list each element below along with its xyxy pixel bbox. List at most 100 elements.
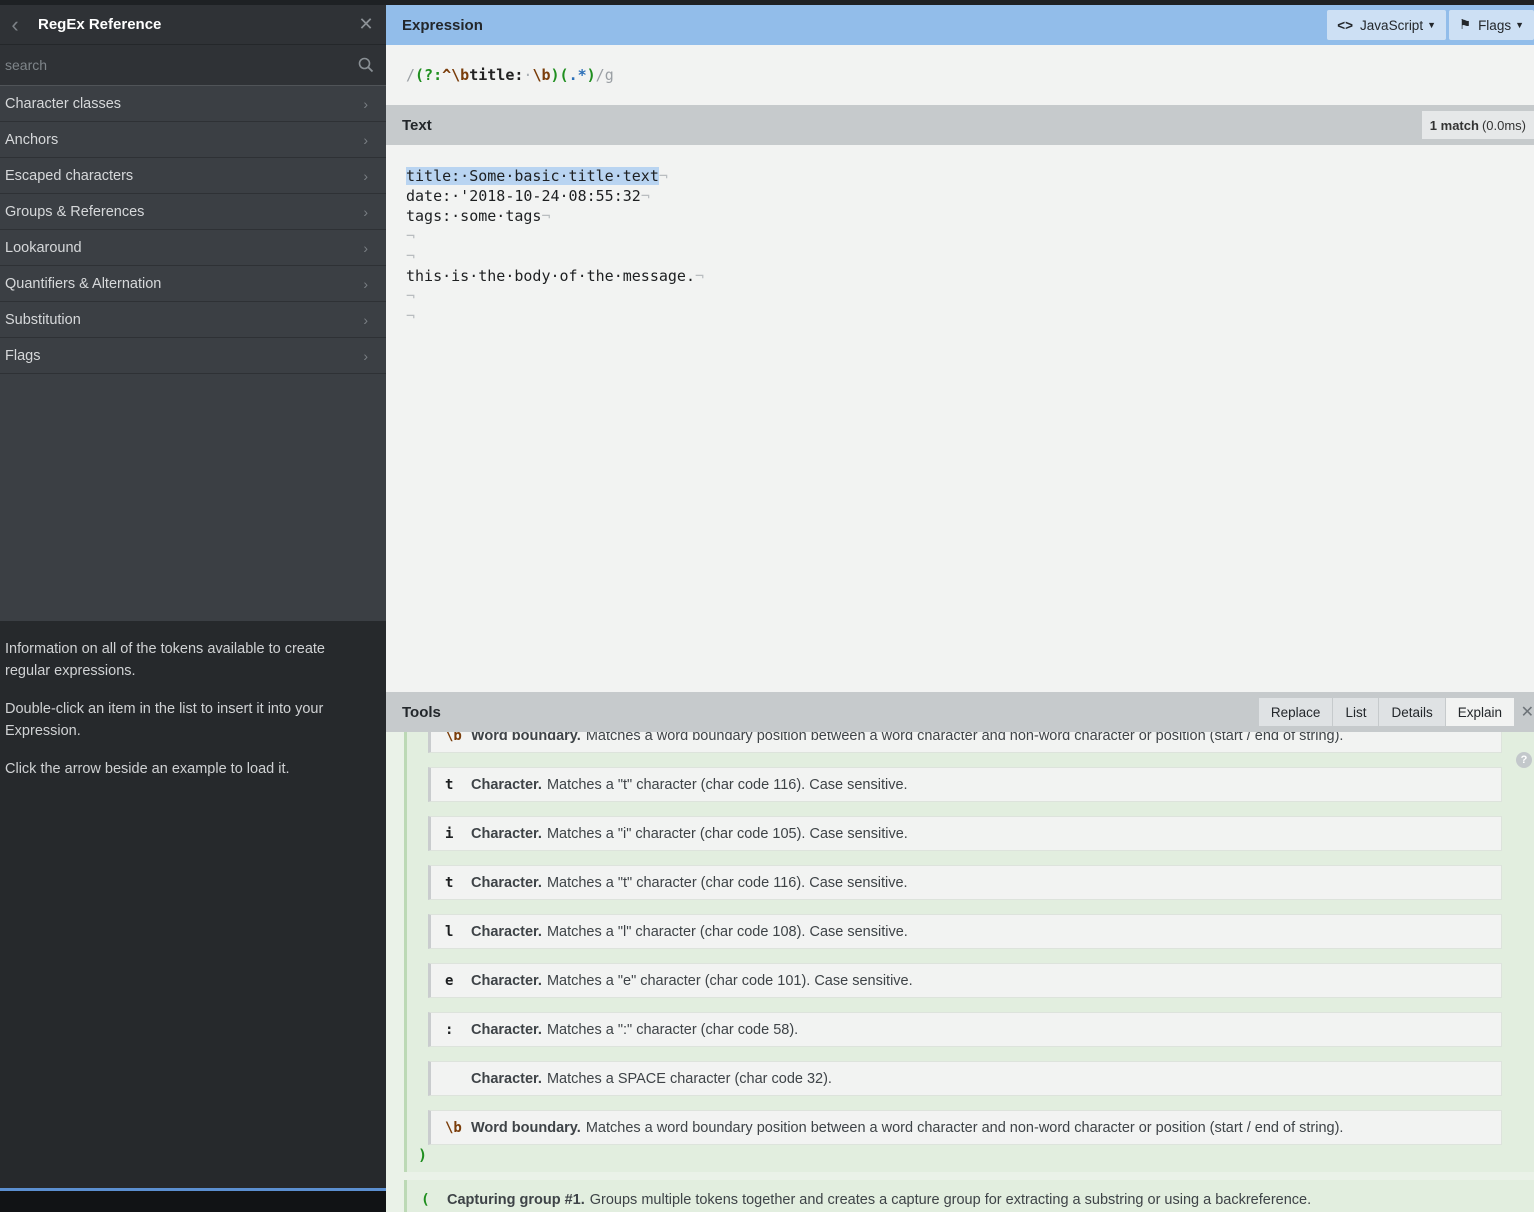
tools-tabs: Replace List Details Explain [1257, 698, 1514, 726]
expression-title: Expression [402, 16, 483, 34]
match-time: (0.0ms) [1481, 117, 1526, 133]
test-text-editor[interactable]: title:·Some·basic·title·text¬ date:·'201… [386, 145, 1534, 692]
regex-literal: title: [469, 66, 524, 84]
explain-desc: Matches a "l" character (char code 108).… [546, 923, 908, 940]
explain-row[interactable]: t Character. Matches a "t" character (char… [428, 865, 1502, 900]
help-icon[interactable]: ? [1516, 752, 1532, 768]
explain-row[interactable]: : Character. Matches a ":" character (char… [428, 1012, 1502, 1047]
explain-row[interactable]: \b Word boundary. Matches a word boundary … [428, 732, 1502, 753]
flag-icon: ⚑ [1458, 17, 1472, 32]
sidebar-item-groups-references[interactable]: Groups & References › [0, 194, 386, 230]
explain-desc: Matches a "t" character (char code 116).… [546, 874, 908, 891]
text-line: this·is·the·body·of·the·message.¬ [406, 267, 705, 285]
sidebar-item-lookaround[interactable]: Lookaround › [0, 230, 386, 266]
sidebar-item-label: Lookaround [5, 239, 82, 256]
caret-down-icon: ▼ [1515, 20, 1524, 30]
code-icon: <> [1337, 17, 1354, 33]
chevron-right-icon: › [363, 275, 368, 292]
match-count: 1 match [1429, 117, 1479, 133]
text-line: date:·'2018-10-24·08:55:32¬ [406, 187, 650, 205]
explain-token: t [445, 874, 454, 891]
explain-row-capture-group[interactable]: ( Capturing group #1. Groups multiple to… [404, 1180, 1534, 1212]
explain-kind: Character. [471, 1021, 542, 1038]
explain-token: l [445, 923, 454, 940]
explain-token: \b [445, 732, 462, 744]
explain-kind: Word boundary. [471, 1119, 581, 1136]
explain-desc: Matches a "t" character (char code 116).… [546, 776, 908, 793]
tools-title: Tools [402, 703, 441, 721]
flags-dropdown[interactable]: ⚑ Flags ▼ [1448, 10, 1534, 40]
sidebar-item-escaped-characters[interactable]: Escaped characters › [0, 158, 386, 194]
sidebar-item-flags[interactable]: Flags › [0, 338, 386, 374]
flavor-dropdown[interactable]: <> JavaScript ▼ [1327, 10, 1446, 40]
explain-token: \b [445, 1119, 462, 1136]
caret-down-icon: ▼ [1427, 20, 1436, 30]
flags-label: Flags [1478, 17, 1512, 33]
sidebar-search [0, 45, 386, 86]
chevron-right-icon: › [363, 167, 368, 184]
expression-input[interactable]: / (?: ^ \b title: · \b ) ( . * ) / g [386, 45, 1534, 105]
text-title: Text [402, 116, 432, 134]
tools-header: Tools Replace List Details Explain ✕ [386, 692, 1534, 732]
regex-anchor: ^ [442, 66, 452, 84]
group-close-paren: ) [418, 1146, 428, 1164]
explain-row[interactable]: t Character. Matches a "t" character (char… [428, 767, 1502, 802]
text-line: title:·Some·basic·title·text¬ [406, 167, 668, 185]
tab-list[interactable]: List [1332, 698, 1379, 726]
search-icon[interactable] [346, 57, 386, 73]
chevron-right-icon: › [363, 239, 368, 256]
sidebar-item-label: Anchors [5, 131, 59, 148]
explain-row[interactable]: e Character. Matches a "e" character (char… [428, 963, 1502, 998]
reference-info-panel: Information on all of the tokens availab… [0, 621, 386, 1189]
explain-kind: Character. [471, 923, 542, 940]
chevron-right-icon: › [363, 311, 368, 328]
explain-token: : [445, 1021, 454, 1038]
text-header: Text 1 match (0.0ms) [386, 105, 1534, 145]
info-text: Double-click an item in the list to inse… [5, 701, 324, 739]
tab-replace[interactable]: Replace [1257, 698, 1333, 726]
explain-kind: Character. [471, 874, 542, 891]
regex-dot: . [568, 66, 578, 84]
sidebar-item-substitution[interactable]: Substitution › [0, 302, 386, 338]
explain-desc: Matches a ":" character (char code 58). [546, 1021, 799, 1038]
explain-token: i [445, 825, 454, 842]
regex-delimiter: / [406, 66, 416, 84]
regex-noncapture-open: (?: [415, 66, 443, 84]
explain-row[interactable]: Character. Matches a SPACE character (cha… [428, 1061, 1502, 1096]
tab-explain[interactable]: Explain [1444, 698, 1514, 726]
match-count-badge: 1 match (0.0ms) [1421, 111, 1534, 139]
explain-row[interactable]: l Character. Matches a "l" character (char… [428, 914, 1502, 949]
explain-token: e [445, 972, 454, 989]
sidebar-item-label: Escaped characters [5, 167, 134, 184]
explain-row[interactable]: \b Word boundary. Matches a word boundary … [428, 1110, 1502, 1145]
sidebar-item-label: Flags [5, 347, 41, 364]
regex-group-close: ) [550, 66, 560, 84]
tab-details[interactable]: Details [1378, 698, 1445, 726]
explain-desc: Matches a word boundary position between… [585, 1119, 1344, 1136]
chevron-right-icon: › [363, 203, 368, 220]
info-text: Click the arrow beside an example to loa… [5, 761, 290, 777]
explain-row[interactable]: i Character. Matches a "i" character (char… [428, 816, 1502, 851]
search-input[interactable] [0, 53, 346, 77]
sidebar-item-character-classes[interactable]: Character classes › [0, 86, 386, 122]
sidebar-item-label: Quantifiers & Alternation [5, 275, 162, 292]
main-panel: Expression <> JavaScript ▼ ⚑ Flags ▼ / (… [386, 5, 1534, 1212]
close-icon[interactable]: ✕ [346, 14, 386, 35]
back-chevron-icon[interactable]: ‹ [0, 5, 30, 45]
close-tools-icon[interactable]: ✕ [1521, 702, 1534, 722]
sidebar-header: ‹ RegEx Reference ✕ [0, 5, 386, 45]
explain-desc: Matches a "e" character (char code 101).… [546, 972, 913, 989]
sidebar-item-quantifiers-alternation[interactable]: Quantifiers & Alternation › [0, 266, 386, 302]
regex-reference-sidebar: ‹ RegEx Reference ✕ Character classes › A… [0, 5, 386, 1212]
chevron-right-icon: › [363, 347, 368, 364]
explain-kind: Character. [471, 776, 542, 793]
regex-capture-open: ( [559, 66, 569, 84]
explain-panel: \b Word boundary. Matches a word boundary … [386, 732, 1534, 1212]
match-highlight: title:·Some·basic·title·text [406, 167, 659, 185]
explain-desc: Matches a "i" character (char code 105).… [546, 825, 908, 842]
explain-desc: Matches a SPACE character (char code 32)… [546, 1070, 832, 1087]
sidebar-item-label: Groups & References [5, 203, 145, 220]
sidebar-item-anchors[interactable]: Anchors › [0, 122, 386, 158]
text-line: ¬ [406, 307, 416, 325]
reference-category-list: Character classes › Anchors › Escaped char… [0, 86, 386, 374]
